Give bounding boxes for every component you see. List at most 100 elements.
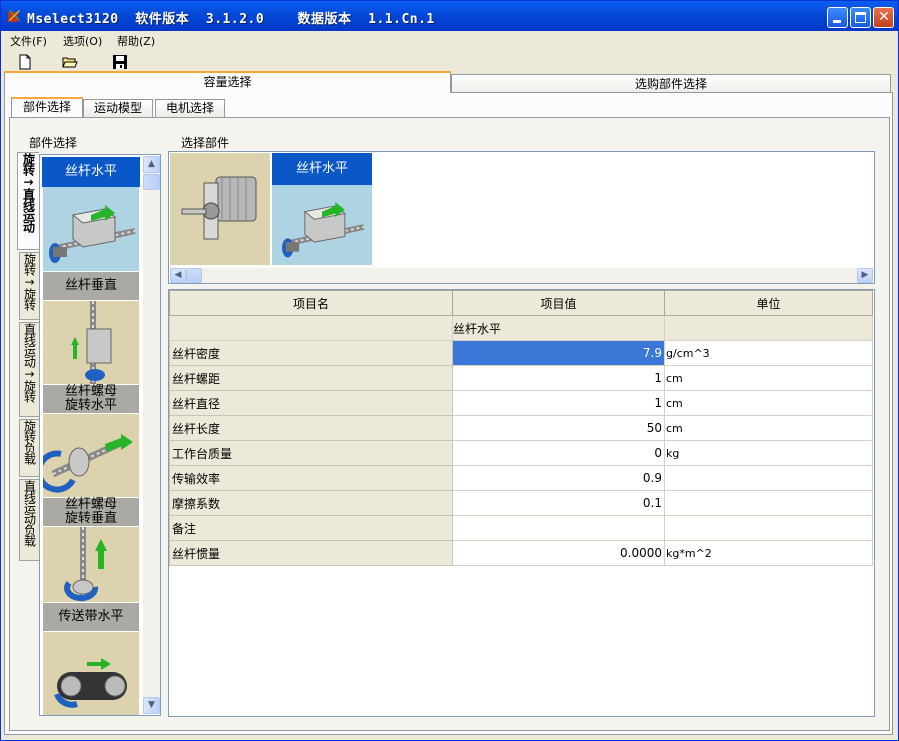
category-tab-linear-to-rotary[interactable]: 直线运动→旋转 [19, 322, 39, 417]
component-screw-nut-rotary-horizontal[interactable]: 丝杆螺母 旋转水平 [40, 384, 140, 498]
scroll-thumb[interactable] [143, 174, 160, 190]
tab-optional-parts[interactable]: 选购部件选择 [451, 74, 891, 94]
scroll-right-button[interactable]: ▶ [857, 268, 873, 283]
selected-parts-scrollbar[interactable]: ◀ ▶ [170, 268, 873, 283]
right-section-label: 选择部件 [181, 136, 230, 150]
grid-header-row: 项目名 项目值 单位 [169, 290, 873, 316]
row-item-value[interactable]: 50 [452, 415, 665, 441]
grid-body: 丝杆水平 丝杆密度 7.9 g/cm^3 丝杆螺距 1 cm 丝杆直径 1 cm 丝杆长度 50 cm… [169, 315, 873, 566]
row-item-value[interactable]: 1 [452, 365, 665, 391]
row-item-name: 丝杆惯量 [169, 540, 453, 566]
selected-part-motor[interactable] [170, 153, 270, 265]
row-unit [664, 490, 873, 516]
servo-motor-icon [181, 176, 257, 240]
component-ball-screw-vertical[interactable]: 丝杆垂直 [42, 271, 140, 385]
header-item-name[interactable]: 项目名 [169, 290, 453, 316]
tab-motor-selection[interactable]: 电机选择 [155, 99, 225, 117]
new-file-button[interactable] [16, 53, 34, 71]
row-unit: cm [664, 365, 873, 391]
row-item-value[interactable]: 0 [452, 440, 665, 466]
category-tab-rotary-to-rotary[interactable]: 旋转→旋转 [19, 252, 39, 320]
chevron-up-icon: ▲ [148, 159, 155, 169]
app-window: Mselect3120 软件版本 3.1.2.0 数据版本 1.1.Cn.1 ✕… [0, 0, 899, 741]
group-cell-empty [664, 315, 873, 341]
component-image [42, 632, 140, 715]
category-tab-label: 直线运动→旋转 [22, 323, 37, 402]
category-tab-rotary-to-linear[interactable]: 旋转→直线运动 [17, 152, 39, 250]
component-screw-nut-rotary-vertical[interactable]: 丝杆螺母 旋转垂直 [42, 497, 140, 611]
menu-options[interactable]: 选项(O) [63, 33, 102, 49]
category-tab-rotary-load[interactable]: 旋转负载 [19, 419, 39, 477]
category-tab-label: 旋转→直线运动 [21, 153, 36, 232]
title-bar[interactable]: Mselect3120 软件版本 3.1.2.0 数据版本 1.1.Cn.1 ✕ [1, 1, 898, 31]
row-item-name: 丝杆长度 [169, 415, 453, 441]
ball-screw-horizontal-icon [49, 205, 136, 263]
tab-part-selection[interactable]: 部件选择 [11, 97, 83, 117]
chevron-down-icon: ▼ [148, 700, 155, 710]
table-row[interactable]: 工作台质量 0 kg [169, 440, 873, 466]
scroll-thumb[interactable] [186, 268, 202, 283]
maximize-button[interactable] [850, 7, 871, 28]
row-item-name: 丝杆螺距 [169, 365, 453, 391]
screw-nut-horizontal-icon [40, 434, 133, 493]
menu-help[interactable]: 帮助(Z) [117, 33, 155, 49]
row-unit: kg [664, 440, 873, 466]
row-item-value[interactable] [452, 515, 665, 541]
scroll-up-button[interactable]: ▲ [143, 156, 160, 173]
header-item-value[interactable]: 项目值 [452, 290, 665, 316]
table-row[interactable]: 传输效率 0.9 [169, 465, 873, 491]
tab-motion-model[interactable]: 运动模型 [83, 99, 153, 117]
ball-screw-horizontal-icon [282, 202, 365, 258]
property-grid: 项目名 项目值 单位 丝杆水平 丝杆密度 7.9 g/cm^3 丝杆螺距 1 cm 丝杆直径… [168, 289, 875, 717]
tab-capacity-selection[interactable]: 容量选择 [4, 71, 451, 93]
row-item-value[interactable]: 0.9 [452, 465, 665, 491]
component-ball-screw-horizontal[interactable]: 丝杆水平 [42, 157, 140, 271]
save-icon [113, 55, 127, 69]
table-row[interactable]: 丝杆密度 7.9 g/cm^3 [169, 340, 873, 366]
row-item-value[interactable]: 1 [452, 390, 665, 416]
component-label: 丝杆螺母 旋转垂直 [42, 497, 140, 527]
row-unit: kg*m^2 [664, 540, 873, 566]
new-file-icon [19, 54, 31, 70]
close-button[interactable]: ✕ [873, 7, 894, 28]
table-row[interactable]: 丝杆直径 1 cm [169, 390, 873, 416]
scroll-down-button[interactable]: ▼ [143, 697, 160, 714]
category-tab-label: 旋转→旋转 [22, 253, 37, 310]
toolbar [1, 51, 898, 73]
open-button[interactable] [61, 53, 79, 71]
left-section-label: 部件选择 [29, 136, 78, 150]
selected-part-image [272, 185, 372, 265]
table-row[interactable]: 备注 [169, 515, 873, 541]
selected-parts-panel: 丝杆水平 ◀ ▶ [168, 151, 875, 284]
row-item-value[interactable]: 0.1 [452, 490, 665, 516]
category-tab-linear-load[interactable]: 直线运动负载 [19, 479, 39, 561]
menu-file[interactable]: 文件(F) [10, 33, 47, 49]
table-row[interactable]: 丝杆长度 50 cm [169, 415, 873, 441]
category-tab-label: 旋转负载 [22, 420, 37, 464]
minimize-button[interactable] [827, 7, 848, 28]
minimize-icon [833, 20, 841, 23]
component-list: 丝杆水平 丝杆垂直 丝杆螺母 旋转水平 丝杆螺母 旋转垂直 传送带水平 ▲ ▼ [39, 154, 161, 716]
component-list-scrollbar[interactable]: ▲ ▼ [143, 156, 160, 714]
scroll-left-button[interactable]: ◀ [170, 268, 186, 283]
ball-screw-vertical-icon [71, 301, 112, 385]
component-image [40, 414, 140, 498]
selected-part-label: 丝杆水平 [272, 153, 372, 185]
component-conveyor-horizontal[interactable]: 传送带水平 [42, 602, 140, 715]
row-item-name: 丝杆直径 [169, 390, 453, 416]
screw-nut-vertical-icon [64, 527, 107, 602]
app-icon [8, 10, 20, 22]
table-row[interactable]: 丝杆惯量 0.0000 kg*m^2 [169, 540, 873, 566]
row-item-value[interactable]: 7.9 [452, 340, 665, 366]
close-icon: ✕ [878, 9, 890, 25]
save-button[interactable] [111, 53, 129, 71]
row-item-value[interactable]: 0.0000 [452, 540, 665, 566]
row-unit [664, 515, 873, 541]
row-item-name: 工作台质量 [169, 440, 453, 466]
selected-part-ball-screw[interactable]: 丝杆水平 [272, 153, 372, 265]
table-row[interactable]: 丝杆螺距 1 cm [169, 365, 873, 391]
header-unit[interactable]: 单位 [664, 290, 873, 316]
row-item-name: 传输效率 [169, 465, 453, 491]
component-label: 丝杆螺母 旋转水平 [42, 384, 140, 414]
table-row[interactable]: 摩擦系数 0.1 [169, 490, 873, 516]
